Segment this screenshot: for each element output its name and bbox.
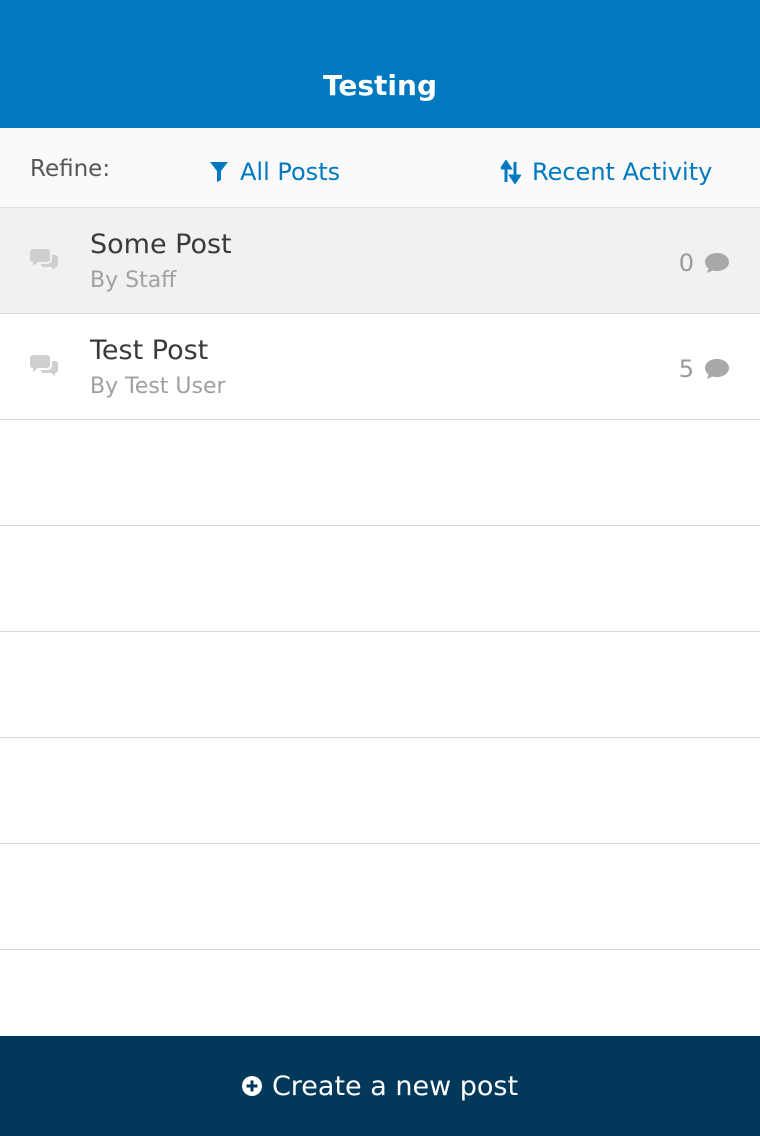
create-post-label: Create a new post <box>271 1070 519 1102</box>
post-title: Test Post <box>90 335 209 366</box>
empty-row <box>0 632 760 738</box>
post-row[interactable]: Test Post By Test User 5 <box>0 314 760 420</box>
page-title: Testing <box>323 69 437 102</box>
comment-count: 5 <box>679 354 730 384</box>
filter-button[interactable]: All Posts <box>208 156 340 188</box>
create-post-button[interactable]: Create a new post <box>0 1036 760 1136</box>
refine-bar: Refine: All Posts Recent Activity <box>0 128 760 208</box>
post-author: By Staff <box>90 268 177 293</box>
sort-icon <box>500 160 522 184</box>
post-author: By Test User <box>90 374 226 399</box>
sort-button[interactable]: Recent Activity <box>500 156 712 188</box>
empty-row <box>0 844 760 950</box>
filter-label: All Posts <box>240 158 341 186</box>
comment-count-value: 5 <box>678 355 694 383</box>
comment-icon <box>705 253 729 273</box>
empty-row <box>0 420 760 526</box>
post-title: Some Post <box>90 229 232 260</box>
comment-icon <box>705 359 729 379</box>
app: Testing Refine: All Posts Recent Activit… <box>0 0 760 1136</box>
sort-label: Recent Activity <box>532 158 713 186</box>
refine-label: Refine: <box>30 156 111 182</box>
app-header: Testing <box>0 0 760 128</box>
comment-count: 0 <box>679 248 730 278</box>
discussion-icon <box>30 249 58 270</box>
empty-row <box>0 526 760 632</box>
empty-row <box>0 738 760 844</box>
comment-count-value: 0 <box>678 249 694 277</box>
discussion-icon <box>30 355 58 376</box>
post-list: Some Post By Staff 0 Test Post By Test U… <box>0 208 760 950</box>
post-row[interactable]: Some Post By Staff 0 <box>0 208 760 314</box>
plus-circle-icon <box>241 1076 262 1096</box>
filter-icon <box>208 160 230 184</box>
